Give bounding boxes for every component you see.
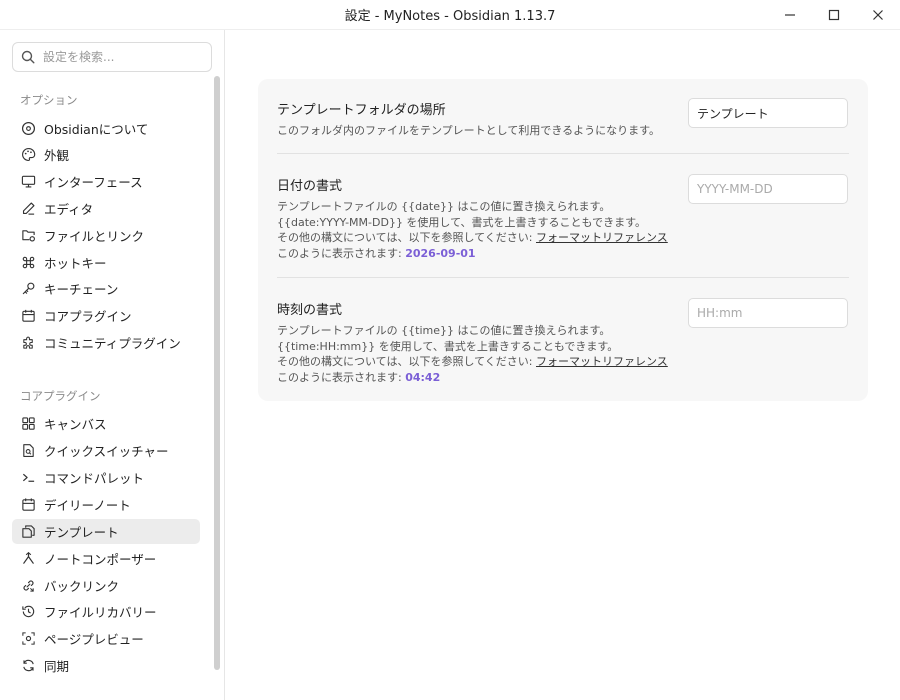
sidebar-item-quick-switcher[interactable]: クイックスイッチャー [12,438,200,463]
preview-eye-icon [20,631,36,647]
window-title: 設定 - MyNotes - Obsidian 1.13.7 [344,9,556,24]
desc-line: このように表示されます: 04:42 [277,370,849,386]
history-icon [20,604,36,620]
sidebar-item-label: インターフェース [44,175,143,190]
file-search-icon [20,443,36,459]
settings-search[interactable] [12,42,212,72]
desc-line: その他の構文については、以下を参照してください: フォーマットリファレンス [277,354,849,370]
sidebar-item-page-preview[interactable]: ページプレビュー [12,626,200,651]
merge-icon [20,551,36,567]
backlink-icon [20,578,36,594]
sidebar-item-label: ファイルリカバリー [44,605,157,620]
core-plugins-section-label: コアプラグイン [20,389,101,403]
format-reference-link[interactable]: フォーマットリファレンス [536,355,668,368]
desc-line: その他の構文については、以下を参照してください: フォーマットリファレンス [277,230,849,246]
date-format-input[interactable] [688,174,848,204]
sidebar-item-label: Obsidianについて [44,122,149,137]
setting-description: テンプレートファイルの {{time}} はこの値に置き換えられます。 {{ti… [277,323,849,385]
canvas-grid-icon [20,416,36,432]
desc-text: その他の構文については、以下を参照してください: [277,231,536,244]
desc-line: このように表示されます: 2026-09-01 [277,246,849,262]
sidebar-item-note-composer[interactable]: ノートコンポーザー [12,546,200,571]
sidebar-item-interface[interactable]: インターフェース [12,169,200,194]
sidebar-item-label: バックリンク [44,579,120,594]
sidebar-item-about[interactable]: Obsidianについて [12,116,200,141]
puzzle-icon [20,335,36,351]
terminal-icon [20,470,36,486]
sidebar-item-hotkeys[interactable]: ホットキー [12,250,200,275]
palette-icon [20,147,36,163]
sidebar-item-label: 外観 [44,148,70,163]
search-input[interactable] [43,50,203,64]
sidebar-item-label: エディタ [44,202,94,217]
preview-label: このように表示されます: [277,370,406,384]
copy-files-icon [20,524,36,540]
minimize-button[interactable] [768,0,812,30]
sidebar-item-community-plugins[interactable]: コミュニティプラグイン [12,330,200,355]
divider [277,153,849,154]
sidebar-item-sync[interactable]: 同期 [12,653,200,678]
maximize-icon [828,9,840,21]
close-icon [873,10,883,20]
sidebar-item-label: テンプレート [44,525,119,540]
key-icon [20,281,36,297]
sidebar-item-label: ノートコンポーザー [44,552,157,567]
sidebar-item-label: キーチェーン [44,282,119,297]
sidebar-item-editor[interactable]: エディタ [12,196,200,221]
time-format-input[interactable] [688,298,848,328]
sidebar-item-label: ファイルとリンク [44,229,145,244]
templates-settings-card: テンプレートフォルダの場所 このフォルダ内のファイルをテンプレートとして利用でき… [258,79,868,401]
sidebar-item-keychain[interactable]: キーチェーン [12,276,200,301]
sidebar-item-core-plugins[interactable]: コアプラグイン [12,303,200,328]
monitor-icon [20,174,36,190]
time-preview-value: 04:42 [405,370,441,384]
close-button[interactable] [856,0,900,30]
sidebar-item-templates[interactable]: テンプレート [12,519,200,544]
sidebar-item-backlinks[interactable]: バックリンク [12,573,200,598]
info-circle-icon [20,121,36,137]
command-icon [20,255,36,271]
settings-sidebar: オプション Obsidianについて 外観 インターフェース エディタ ファイル… [0,30,225,700]
folder-link-icon [20,228,36,244]
settings-content: テンプレートフォルダの場所 このフォルダ内のファイルをテンプレートとして利用でき… [226,30,900,700]
maximize-button[interactable] [812,0,856,30]
sidebar-item-label: コミュニティプラグイン [44,336,181,351]
sidebar-item-label: キャンバス [44,417,107,432]
desc-text: その他の構文については、以下を参照してください: [277,355,536,368]
sidebar-item-file-recovery[interactable]: ファイルリカバリー [12,599,200,624]
window-controls [768,0,900,30]
divider [277,277,849,278]
sidebar-item-canvas[interactable]: キャンバス [12,411,200,436]
sidebar-item-label: ホットキー [44,256,107,271]
title-bar: 設定 - MyNotes - Obsidian 1.13.7 [0,0,900,30]
calendar-icon [20,497,36,513]
sidebar-item-label: コマンドパレット [44,471,145,486]
sidebar-scrollbar[interactable] [214,76,220,670]
sidebar-item-label: クイックスイッチャー [44,444,169,459]
sidebar-item-label: デイリーノート [44,498,131,513]
preview-label: このように表示されます: [277,246,406,260]
sidebar-item-appearance[interactable]: 外観 [12,142,200,167]
desc-line: {{time:HH:mm}} を使用して、書式を上書きすることもできます。 [277,339,619,353]
sidebar-item-files-links[interactable]: ファイルとリンク [12,223,200,248]
sync-icon [20,658,36,674]
sidebar-item-label: ページプレビュー [44,632,144,647]
sidebar-item-daily-notes[interactable]: デイリーノート [12,492,200,517]
sidebar-item-label: コアプラグイン [44,309,132,324]
search-icon [21,50,35,64]
desc-line: {{date:YYYY-MM-DD}} を使用して、書式を上書きすることもできま… [277,215,647,229]
calendar-plugin-icon [20,308,36,324]
setting-description: テンプレートファイルの {{date}} はこの値に置き換えられます。 {{da… [277,199,849,261]
format-reference-link[interactable]: フォーマットリファレンス [536,231,668,244]
date-preview-value: 2026-09-01 [405,246,476,260]
sidebar-item-command-palette[interactable]: コマンドパレット [12,465,200,490]
options-section-label: オプション [20,93,78,107]
pen-icon [20,201,36,217]
minimize-icon [785,14,795,16]
sidebar-item-label: 同期 [44,659,70,674]
template-folder-input[interactable] [688,98,848,128]
